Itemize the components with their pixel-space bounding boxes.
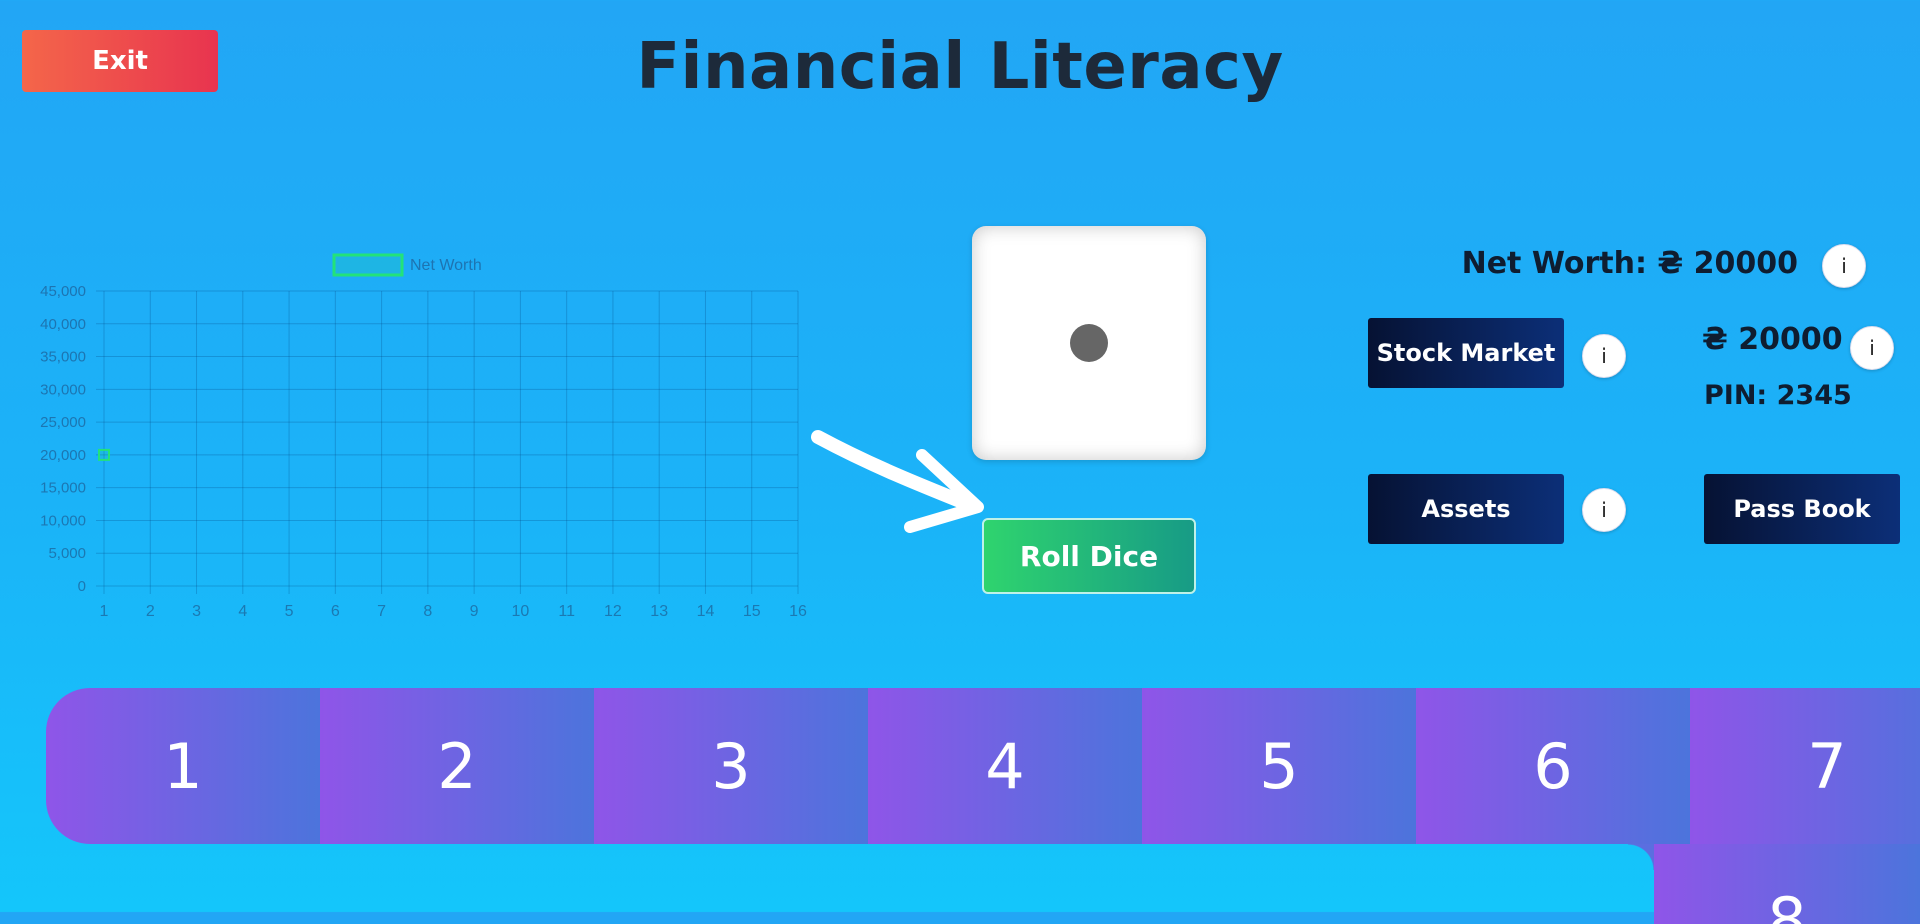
page-title: Financial Literacy [636,30,1284,104]
chart-x-tick-label: 10 [512,603,530,620]
board-tile: 4 [868,688,1142,844]
chart-y-tick-label: 40,000 [40,316,86,333]
chart-y-tick-label: 15,000 [40,480,86,497]
board-tile: 1 [46,688,320,844]
chart-svg: 45,00040,00035,00030,00025,00020,00015,0… [40,253,807,620]
chart-y-tick-label: 35,000 [40,349,86,366]
board-tile: 3 [594,688,868,844]
board-tile: 7 [1690,688,1920,844]
arrow-icon [811,430,984,533]
chart-x-tick-label: 16 [789,603,807,620]
chart-x-tick-label: 9 [470,603,479,620]
roll-dice-button[interactable]: Roll Dice [982,518,1196,594]
chart-y-tick-label: 10,000 [40,512,86,529]
chart-y-tick-label: 5,000 [48,545,86,562]
chart-y-tick-label: 20,000 [40,447,86,464]
board-column: 8 [1654,844,1920,924]
board-tile: 8 [1767,884,1807,924]
chart-x-tick-label: 7 [377,603,386,620]
chart-y-tick-label: 30,000 [40,381,86,398]
chart-legend-swatch [332,253,404,277]
chart-x-tick-label: 13 [650,603,668,620]
chart-x-tick-label: 3 [192,603,201,620]
dice [972,226,1206,460]
net-worth-info-button[interactable]: i [1822,244,1866,288]
board-corner [1628,844,1654,870]
board-tile: 5 [1142,688,1416,844]
net-worth-label: Net Worth: ₴ 20000 [1461,246,1798,281]
dice-pip [1070,324,1108,362]
pin-value: PIN: 2345 [1704,380,1852,411]
chart-x-tick-label: 4 [238,603,247,620]
board-tile: 2 [320,688,594,844]
chart-x-tick-label: 6 [331,603,340,620]
assets-button[interactable]: Assets [1368,474,1564,544]
pass-book-button[interactable]: Pass Book [1704,474,1900,544]
stock-market-button[interactable]: Stock Market [1368,318,1564,388]
chart-x-tick-label: 8 [423,603,432,620]
balance-value: ₴ 20000 [1702,322,1843,357]
chart-x-tick-label: 14 [697,603,715,620]
net-worth-chart: 45,000 40,000 35,000 30,000 25,000 20,000 15,0… [0,240,820,640]
chart-x-tick-label: 12 [604,603,622,620]
chart-y-tick-label: 0 [78,578,86,595]
chart-x-tick-label: 2 [146,603,155,620]
game-board-path: 1 2 3 4 5 6 7 [46,688,1920,844]
assets-info-button[interactable]: i [1582,488,1626,532]
chart-y-tick-label: 25,000 [40,414,86,431]
chart-x-tick-label: 1 [100,603,109,620]
chart-point [98,448,110,461]
chart-y-tick-label: 45,000 [40,283,86,300]
stock-market-info-button[interactable]: i [1582,334,1626,378]
chart-x-tick-label: 15 [743,603,761,620]
chart-x-tick-label: 5 [285,603,294,620]
board-tile: 6 [1416,688,1690,844]
chart-x-tick-label: 11 [558,603,575,620]
chart-legend-label: Net Worth [410,257,482,274]
balance-info-button[interactable]: i [1850,326,1894,370]
